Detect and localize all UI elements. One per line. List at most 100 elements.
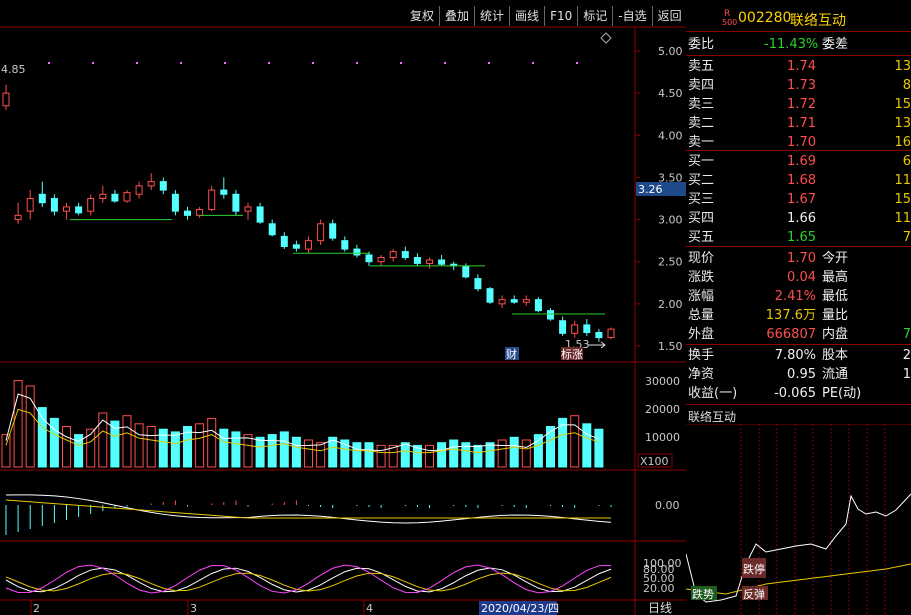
sell-3-label: 卖三 (688, 97, 715, 112)
volume-bar (255, 436, 265, 468)
candle (559, 316, 567, 336)
y-tick-4.00: 4.00 (658, 129, 683, 142)
sell-4-label: 卖四 (688, 78, 715, 93)
stat2-value: -0.065 (774, 386, 816, 401)
volume-bar (425, 444, 434, 468)
stat-label: 涨幅 (688, 289, 715, 304)
macd-zero-label: 0.00 (655, 499, 680, 512)
stock-name: 联络互动 (790, 13, 846, 29)
stat-label-2: 量比 (822, 308, 849, 323)
divider-1 (686, 31, 911, 32)
r-badge-sub: 500 (722, 18, 738, 27)
diamond-icon[interactable] (600, 32, 612, 44)
sell-2-price: 1.71 (787, 116, 816, 131)
stat2-label: 收益(一) (688, 386, 738, 401)
weicha-label: 委差 (822, 37, 849, 52)
volume-bar (267, 434, 277, 468)
buy-4-price: 1.66 (787, 211, 816, 226)
sell-2-row: 卖二 1.71 13 (686, 114, 911, 133)
candle (38, 181, 46, 207)
stat2-row: 换手 7.80% 股本 2 (686, 346, 911, 365)
vol-tick: 30000 (645, 375, 680, 388)
stat2-value-2: 2 (902, 348, 911, 363)
buy-2-volume: 11 (894, 173, 911, 188)
marker-biaozhang: 标涨 (561, 347, 583, 361)
stat-value: 2.41% (774, 289, 816, 304)
volume-bar (195, 423, 205, 468)
stat2-label: 净资 (688, 367, 715, 382)
volume-bar (86, 428, 96, 468)
cursor-date: 2020/04/23/四 (481, 602, 559, 615)
candle (147, 173, 155, 191)
candle (292, 240, 300, 252)
mini-tag-fantan: 反弹 (743, 587, 765, 601)
high-price-label: 4.85 (1, 63, 26, 76)
y-axis-ticks: 5.004.504.003.503.002.502.001.5030000200… (48, 45, 683, 595)
mini-chart[interactable]: 跌停 反弹 跌势 (686, 424, 911, 615)
macd-dif (5, 494, 612, 524)
sell-4-row: 卖四 1.73 8 (686, 76, 911, 95)
stat2-row: 收益(一) -0.065 PE(动) (686, 384, 911, 403)
buy-4-row: 买四 1.66 11 (686, 209, 911, 228)
candle (99, 185, 107, 203)
candle (329, 219, 337, 241)
stat-label-2: 最高 (822, 270, 849, 285)
candle (171, 190, 179, 216)
top-dot (92, 62, 94, 64)
y-tick-3.00: 3.00 (658, 214, 683, 227)
buy-3-price: 1.67 (787, 192, 816, 207)
candle (474, 274, 482, 292)
sell-3-row: 卖三 1.72 15 (686, 95, 911, 114)
top-dot (576, 62, 578, 64)
stat-value-2: 7 (902, 327, 911, 342)
candle (220, 177, 228, 199)
buy-3-label: 买三 (688, 192, 715, 207)
stat-row: 涨跌 0.04 最高 (686, 268, 911, 287)
weibi-row: 委比 -11.43% 委差 (686, 35, 911, 54)
candle (75, 202, 83, 216)
volume-bar (291, 436, 301, 468)
sell-5-label: 卖五 (688, 59, 715, 74)
candle (63, 202, 70, 220)
candle (377, 254, 385, 266)
buy-4-volume: 11 (894, 211, 911, 226)
candle (244, 202, 252, 220)
candle (135, 181, 143, 199)
volume-bar (243, 434, 253, 468)
stat-row: 涨幅 2.41% 最低 (686, 287, 911, 306)
volume-bar (497, 439, 507, 468)
period-label[interactable]: 日线 (648, 601, 672, 615)
candle (341, 236, 349, 252)
candle (123, 190, 131, 203)
volume-bar (146, 426, 156, 468)
mini-tag-dieting: 跌停 (743, 562, 765, 576)
candle (438, 254, 446, 266)
stat-row: 总量 137.6万 量比 (686, 306, 911, 325)
kline-chart-area[interactable]: 5.004.504.003.503.002.502.001.5030000200… (0, 0, 686, 615)
volume-bar (485, 442, 495, 468)
kdj-tick: 20.00 (643, 582, 675, 595)
sell-3-price: 1.72 (787, 97, 816, 112)
stat-value: 0.04 (787, 270, 816, 285)
volume-unit: X100 (640, 455, 669, 468)
volume-bar (376, 444, 386, 468)
x-label-apr: 4 (366, 602, 373, 615)
top-dot (136, 62, 138, 64)
candle (305, 236, 312, 254)
candle (498, 295, 506, 309)
x-label-mar: 3 (190, 602, 197, 615)
buy-4-label: 买四 (688, 211, 715, 226)
buy-5-volume: 7 (902, 230, 911, 245)
candle (353, 244, 361, 258)
stat-label-2: 内盘 (822, 327, 849, 342)
buy-2-row: 买二 1.68 11 (686, 171, 911, 190)
buy-1-row: 买一 1.69 6 (686, 152, 911, 171)
volume-bar (400, 442, 410, 468)
kdj-d (5, 572, 612, 592)
stat-label: 涨跌 (688, 270, 715, 285)
stock-code: 002280 (738, 10, 792, 26)
kdj-group (5, 564, 612, 594)
volume-bar (437, 442, 447, 468)
stat-value: 1.70 (787, 251, 816, 266)
volume-bar (170, 431, 180, 468)
